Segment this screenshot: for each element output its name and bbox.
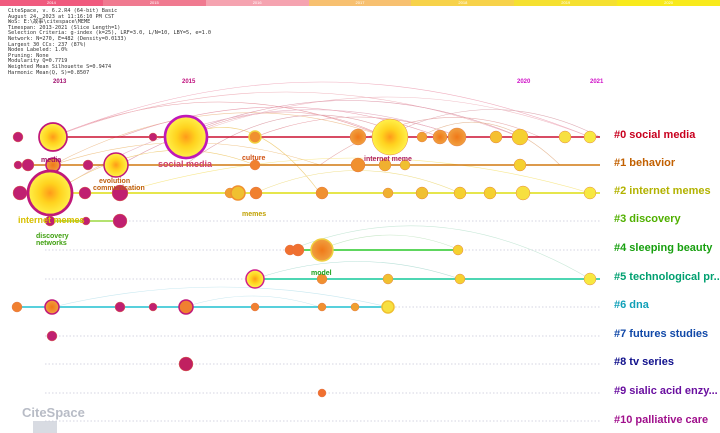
cluster-node[interactable] <box>103 152 129 178</box>
year-label: 2020 <box>517 79 531 85</box>
cluster-node[interactable] <box>382 187 394 199</box>
cluster-nodes <box>11 114 597 398</box>
citation-arc <box>52 149 256 194</box>
cluster-node[interactable] <box>489 130 503 144</box>
node-label: evolution <box>99 178 130 185</box>
cluster-label-9[interactable]: #9 sialic acid enzy... <box>614 385 718 397</box>
cluster-node[interactable] <box>454 273 466 285</box>
cluster-node[interactable] <box>230 185 246 201</box>
cluster-label-3[interactable]: #3 discovery <box>614 213 682 225</box>
cluster-node[interactable] <box>44 299 60 315</box>
cluster-node[interactable] <box>416 131 428 143</box>
cluster-node[interactable] <box>38 122 68 152</box>
cluster-node[interactable] <box>432 129 448 145</box>
cluster-label-7[interactable]: #7 futures studies <box>614 328 708 340</box>
cluster-label-4[interactable]: #4 sleeping beauty <box>614 242 713 254</box>
logo-mark <box>33 421 57 433</box>
node-label: internet meme <box>364 156 412 163</box>
year-label: 2013 <box>53 79 67 85</box>
cluster-node[interactable] <box>12 131 24 143</box>
citation-arc <box>319 234 461 251</box>
cluster-node[interactable] <box>310 238 334 262</box>
cluster-node[interactable] <box>291 243 305 257</box>
citation-arc <box>254 170 461 194</box>
cluster-label-6[interactable]: #6 dna <box>614 299 650 311</box>
cluster-label-8[interactable]: #8 tv series <box>614 356 674 368</box>
cluster-node[interactable] <box>315 186 329 200</box>
cluster-node[interactable] <box>148 132 158 142</box>
cluster-node[interactable] <box>415 186 429 200</box>
node-label: discovery <box>36 233 69 240</box>
cluster-node[interactable] <box>11 301 23 313</box>
cluster-node[interactable] <box>78 186 92 200</box>
cluster-node[interactable] <box>12 185 28 201</box>
cluster-node[interactable] <box>583 130 597 144</box>
cluster-node[interactable] <box>350 302 360 312</box>
citespace-logo: CiteSpace <box>22 405 85 433</box>
cluster-label-10[interactable]: #10 palliative care <box>614 414 708 426</box>
cluster-node[interactable] <box>317 388 327 398</box>
cluster-node[interactable] <box>250 302 260 312</box>
cluster-node[interactable] <box>178 299 194 315</box>
cluster-node[interactable] <box>245 269 265 289</box>
node-label: networks <box>36 240 67 247</box>
year-label: 2015 <box>182 79 196 85</box>
watermark-text: CiteSpace <box>22 405 85 420</box>
cluster-node[interactable] <box>382 273 394 285</box>
cluster-node[interactable] <box>21 158 35 172</box>
cluster-label-0[interactable]: #0 social media <box>614 129 696 141</box>
citation-arc <box>289 225 591 280</box>
node-label: internet memes <box>18 215 85 225</box>
cluster-node[interactable] <box>163 114 209 160</box>
cluster-node[interactable] <box>46 330 58 342</box>
year-label: 2021 <box>590 79 604 85</box>
citation-arc <box>52 101 386 138</box>
cluster-node[interactable] <box>317 302 327 312</box>
cluster-node[interactable] <box>349 128 367 146</box>
timeline-network-canvas[interactable]: 2013 2015 2020 2021 media social media c… <box>0 0 720 433</box>
citation-arc <box>52 286 389 308</box>
node-label: media <box>41 157 61 164</box>
cluster-node[interactable] <box>178 356 194 372</box>
cluster-label-2[interactable]: #2 internet memes <box>614 185 711 197</box>
cluster-label-1[interactable]: #1 behavior <box>614 157 676 169</box>
cluster-node[interactable] <box>511 128 529 146</box>
cluster-node[interactable] <box>513 158 527 172</box>
cluster-node[interactable] <box>248 130 262 144</box>
cluster-node[interactable] <box>558 130 572 144</box>
citation-arc <box>52 81 591 138</box>
cluster-node[interactable] <box>583 272 597 286</box>
cluster-node[interactable] <box>112 213 128 229</box>
cluster-node[interactable] <box>82 159 94 171</box>
cluster-node[interactable] <box>452 244 464 256</box>
cluster-node[interactable] <box>583 186 597 200</box>
node-label: social media <box>158 159 213 169</box>
cluster-node[interactable] <box>13 160 23 170</box>
cluster-labels: #0 social media #1 behavior #2 internet … <box>614 129 720 426</box>
node-labels: media social media culture internet meme… <box>18 155 412 277</box>
node-label: memes <box>242 211 266 218</box>
cluster-node[interactable] <box>148 302 158 312</box>
cluster-node[interactable] <box>483 186 497 200</box>
cluster-node[interactable] <box>114 301 126 313</box>
citation-arc <box>254 261 461 280</box>
cluster-node[interactable] <box>453 186 467 200</box>
cluster-node[interactable] <box>447 127 467 147</box>
cluster-node[interactable] <box>515 185 531 201</box>
node-label: communication <box>93 185 145 192</box>
cluster-node[interactable] <box>350 157 366 173</box>
cluster-node[interactable] <box>26 169 74 217</box>
node-label: model <box>311 270 332 277</box>
cluster-node[interactable] <box>381 300 395 314</box>
cluster-node[interactable] <box>249 186 263 200</box>
cluster-node[interactable] <box>371 118 409 156</box>
cluster-label-5[interactable]: #5 technological pr... <box>614 271 720 283</box>
node-label: culture <box>242 155 265 162</box>
